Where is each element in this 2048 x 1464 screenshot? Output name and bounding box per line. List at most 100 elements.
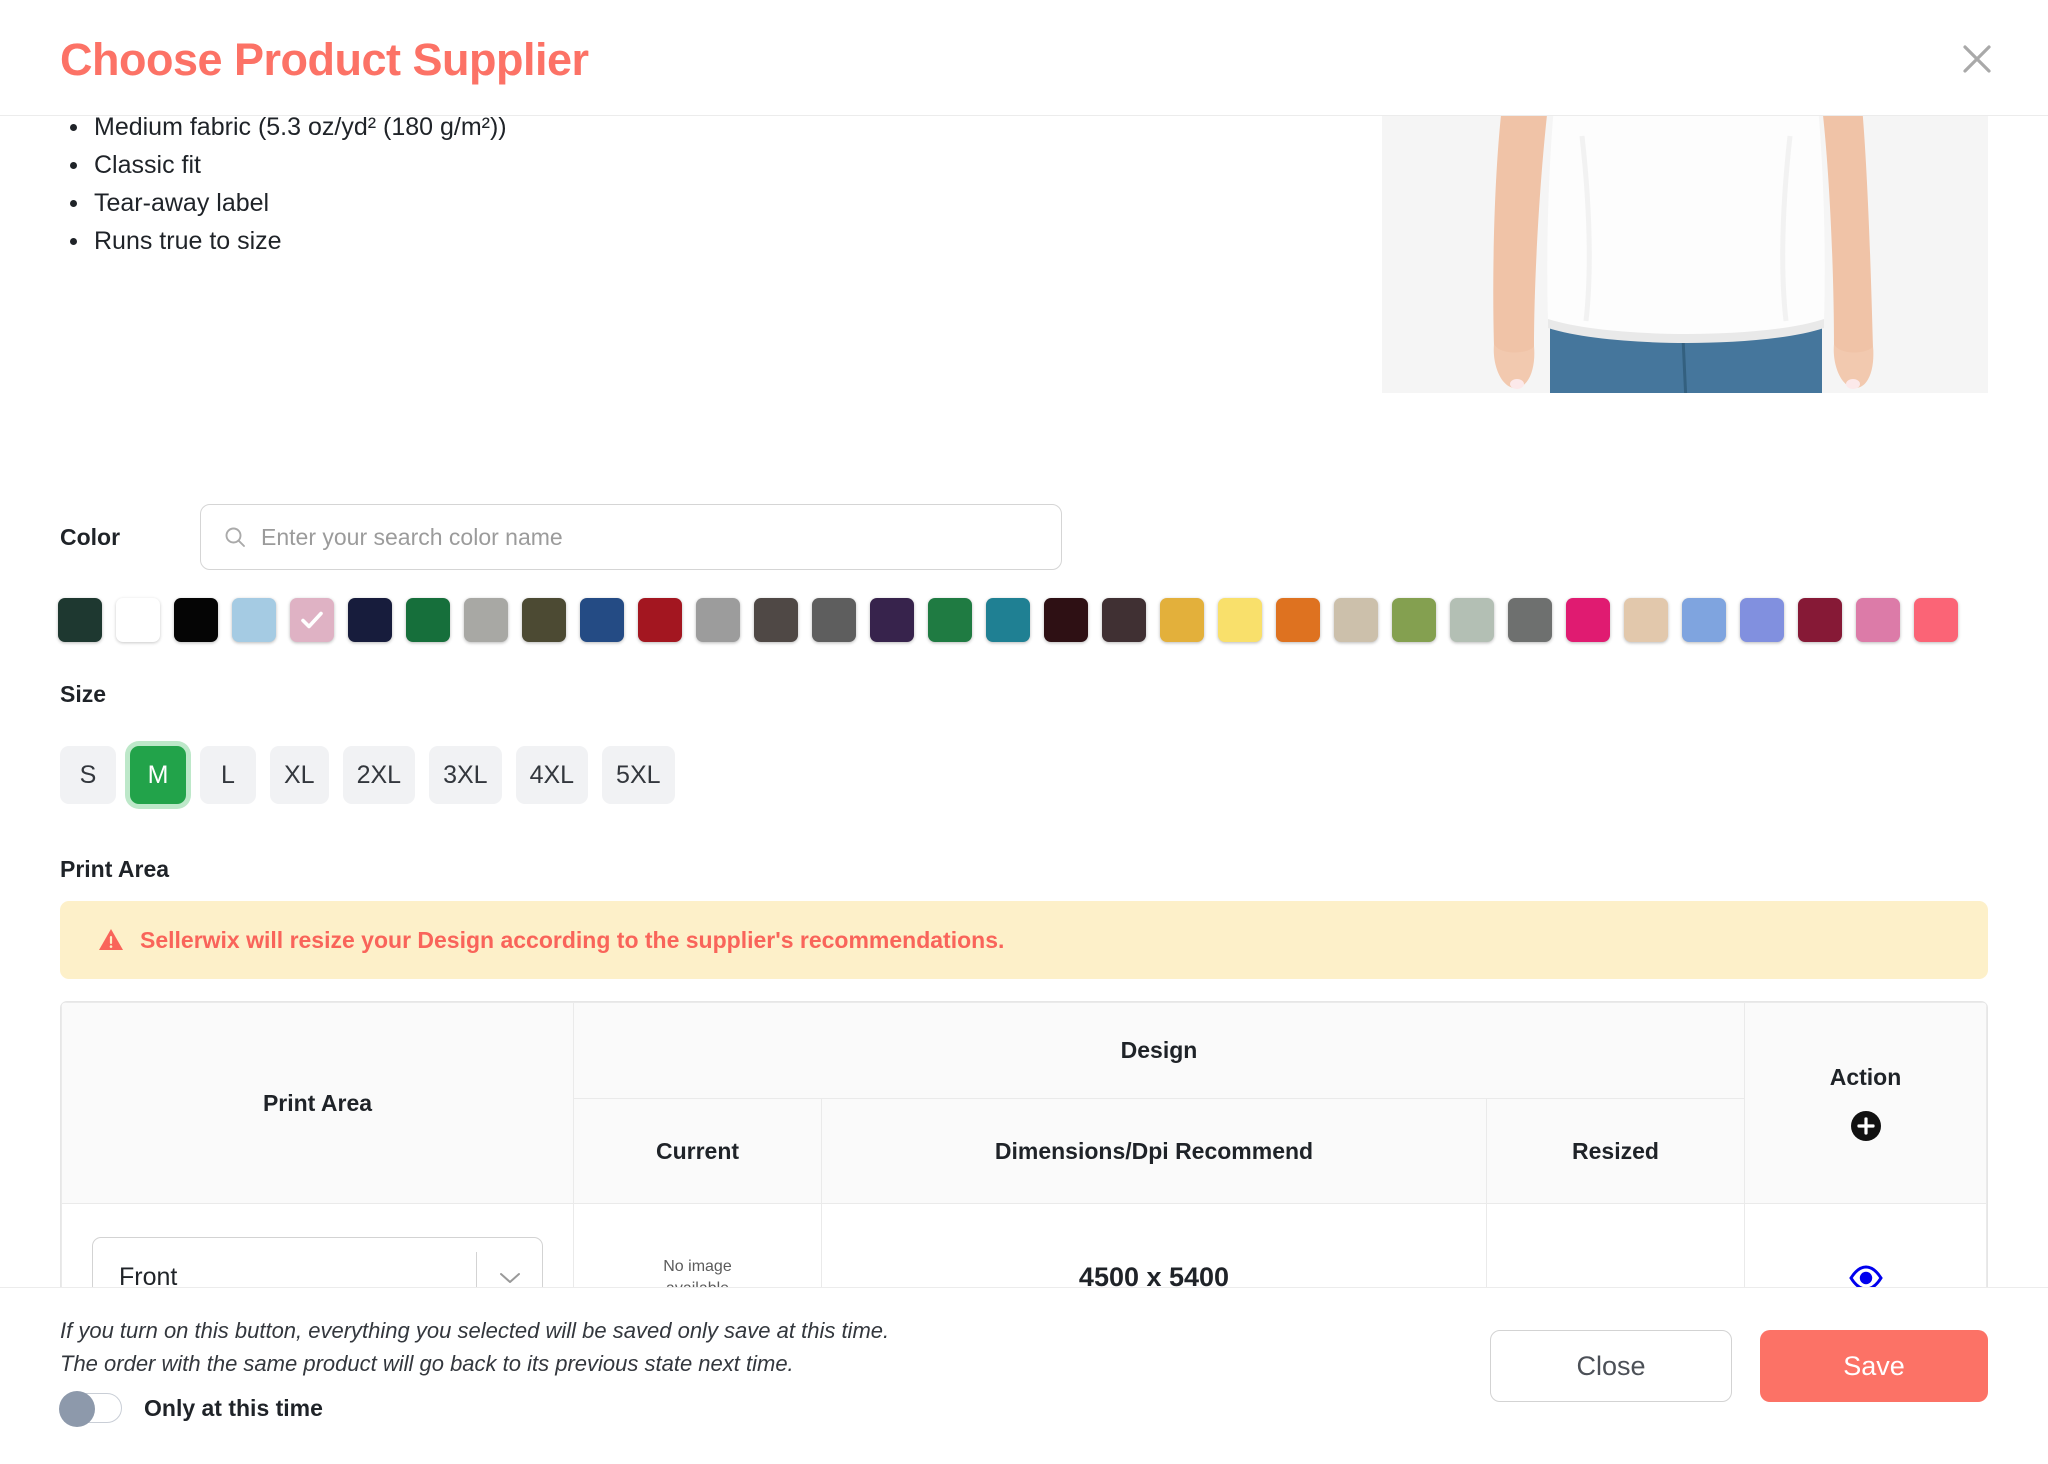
table-body: Front No image avai xyxy=(61,1203,1987,1288)
size-option-4xl[interactable]: 4XL xyxy=(515,746,589,804)
check-icon xyxy=(290,598,334,642)
size-label: Size xyxy=(60,681,107,707)
list-item: Medium fabric (5.3 oz/yd² (180 g/m²)) xyxy=(60,116,1260,146)
list-item: Runs true to size xyxy=(60,222,1260,260)
footer-note: If you turn on this button, everything y… xyxy=(60,1314,889,1380)
color-swatch[interactable] xyxy=(290,598,334,642)
close-icon[interactable] xyxy=(1954,36,2000,82)
color-swatch[interactable] xyxy=(1334,598,1378,642)
color-swatch[interactable] xyxy=(1508,598,1552,642)
resize-alert-banner: Sellerwix will resize your Design accord… xyxy=(60,901,1988,979)
color-section: Color xyxy=(60,504,2000,570)
col-current: Current xyxy=(573,1098,822,1204)
product-feature-list: Medium fabric (5.3 oz/yd² (180 g/m²)) Cl… xyxy=(60,116,1260,260)
size-option-list: S M L XL 2XL 3XL 4XL 5XL xyxy=(60,746,689,804)
plus-circle-icon[interactable] xyxy=(1745,1109,1986,1143)
size-option-l[interactable]: L xyxy=(200,746,256,804)
print-area-select[interactable]: Front xyxy=(92,1236,543,1287)
modal-body: Medium fabric (5.3 oz/yd² (180 g/m²)) Cl… xyxy=(0,116,2048,1287)
col-resized: Resized xyxy=(1486,1098,1745,1204)
footer-actions: Close Save xyxy=(1490,1330,1988,1402)
color-swatch[interactable] xyxy=(1682,598,1726,642)
no-image-placeholder: No image available xyxy=(574,1256,821,1288)
size-option-xl[interactable]: XL xyxy=(270,746,329,804)
warning-triangle-icon xyxy=(98,927,124,953)
toggle-knob xyxy=(59,1391,95,1427)
color-swatch[interactable] xyxy=(1566,598,1610,642)
color-swatch[interactable] xyxy=(928,598,972,642)
color-search-field[interactable] xyxy=(200,504,1062,570)
size-option-2xl[interactable]: 2XL xyxy=(342,746,416,804)
col-print-area: Print Area xyxy=(61,1002,574,1204)
page-title: Choose Product Supplier xyxy=(60,34,589,85)
no-image-line1: No image xyxy=(663,1257,732,1275)
color-swatch-list xyxy=(58,598,1998,642)
footer-note-line1: If you turn on this button, everything y… xyxy=(60,1318,890,1343)
save-button[interactable]: Save xyxy=(1760,1330,1988,1402)
modal-header: Choose Product Supplier xyxy=(0,0,2048,116)
cell-dimensions: 4500 x 5400 xyxy=(821,1203,1487,1287)
color-swatch[interactable] xyxy=(1392,598,1436,642)
cell-print-area: Front xyxy=(61,1203,574,1287)
only-at-this-time-row: Only at this time xyxy=(59,1391,323,1427)
eye-icon[interactable] xyxy=(1745,1261,1986,1287)
size-option-m[interactable]: M xyxy=(130,746,186,804)
color-swatch[interactable] xyxy=(696,598,740,642)
search-icon xyxy=(223,525,247,549)
size-option-3xl[interactable]: 3XL xyxy=(429,746,502,804)
no-image-line2: available xyxy=(574,1278,821,1288)
table-header: Print Area Design Action Current Dimensi… xyxy=(61,1002,1987,1204)
color-swatch[interactable] xyxy=(58,598,102,642)
col-action-label: Action xyxy=(1829,1063,1902,1090)
color-swatch[interactable] xyxy=(870,598,914,642)
color-swatch[interactable] xyxy=(1740,598,1784,642)
search-input[interactable] xyxy=(261,505,1061,569)
chevron-down-icon xyxy=(476,1251,542,1287)
print-area-select-value: Front xyxy=(119,1263,178,1287)
color-swatch[interactable] xyxy=(1798,598,1842,642)
color-swatch[interactable] xyxy=(986,598,1030,642)
col-design: Design xyxy=(573,1002,1745,1099)
color-swatch[interactable] xyxy=(522,598,566,642)
product-description: Medium fabric (5.3 oz/yd² (180 g/m²)) Cl… xyxy=(60,116,1260,260)
modal-footer: If you turn on this button, everything y… xyxy=(0,1287,2048,1464)
color-swatch[interactable] xyxy=(1450,598,1494,642)
only-at-this-time-toggle[interactable] xyxy=(59,1391,122,1427)
color-swatch[interactable] xyxy=(232,598,276,642)
color-swatch[interactable] xyxy=(1218,598,1262,642)
color-swatch[interactable] xyxy=(812,598,856,642)
cell-resized xyxy=(1486,1203,1745,1287)
color-swatch[interactable] xyxy=(1914,598,1958,642)
color-swatch[interactable] xyxy=(174,598,218,642)
color-swatch[interactable] xyxy=(1276,598,1320,642)
footer-note-line2: The order with the same product will go … xyxy=(60,1351,794,1376)
color-swatch[interactable] xyxy=(1624,598,1668,642)
cell-action xyxy=(1744,1203,1987,1287)
toggle-label: Only at this time xyxy=(144,1394,323,1421)
color-swatch[interactable] xyxy=(406,598,450,642)
color-swatch[interactable] xyxy=(580,598,624,642)
cell-current: No image available xyxy=(573,1203,822,1288)
size-option-s[interactable]: S xyxy=(60,746,116,804)
color-swatch[interactable] xyxy=(754,598,798,642)
print-area-table: Print Area Design Action Current Dimensi… xyxy=(60,1001,1988,1287)
color-swatch[interactable] xyxy=(348,598,392,642)
product-preview-image xyxy=(1382,116,1988,393)
print-area-label: Print Area xyxy=(60,856,170,882)
color-swatch[interactable] xyxy=(1102,598,1146,642)
col-action: Action xyxy=(1744,1002,1987,1204)
color-swatch[interactable] xyxy=(1044,598,1088,642)
color-swatch[interactable] xyxy=(638,598,682,642)
list-item: Tear-away label xyxy=(60,184,1260,222)
size-option-5xl[interactable]: 5XL xyxy=(602,746,675,804)
choose-product-supplier-modal: Choose Product Supplier Medium fabric (5… xyxy=(0,0,2048,1464)
close-button[interactable]: Close xyxy=(1490,1330,1732,1402)
dimensions-value: 4500 x 5400 xyxy=(1078,1262,1230,1287)
color-swatch[interactable] xyxy=(116,598,160,642)
color-swatch[interactable] xyxy=(1856,598,1900,642)
color-swatch[interactable] xyxy=(464,598,508,642)
table-row: Front No image avai xyxy=(61,1203,1987,1288)
color-swatch[interactable] xyxy=(1160,598,1204,642)
alert-message: Sellerwix will resize your Design accord… xyxy=(140,926,1005,953)
list-item: Classic fit xyxy=(60,146,1260,184)
